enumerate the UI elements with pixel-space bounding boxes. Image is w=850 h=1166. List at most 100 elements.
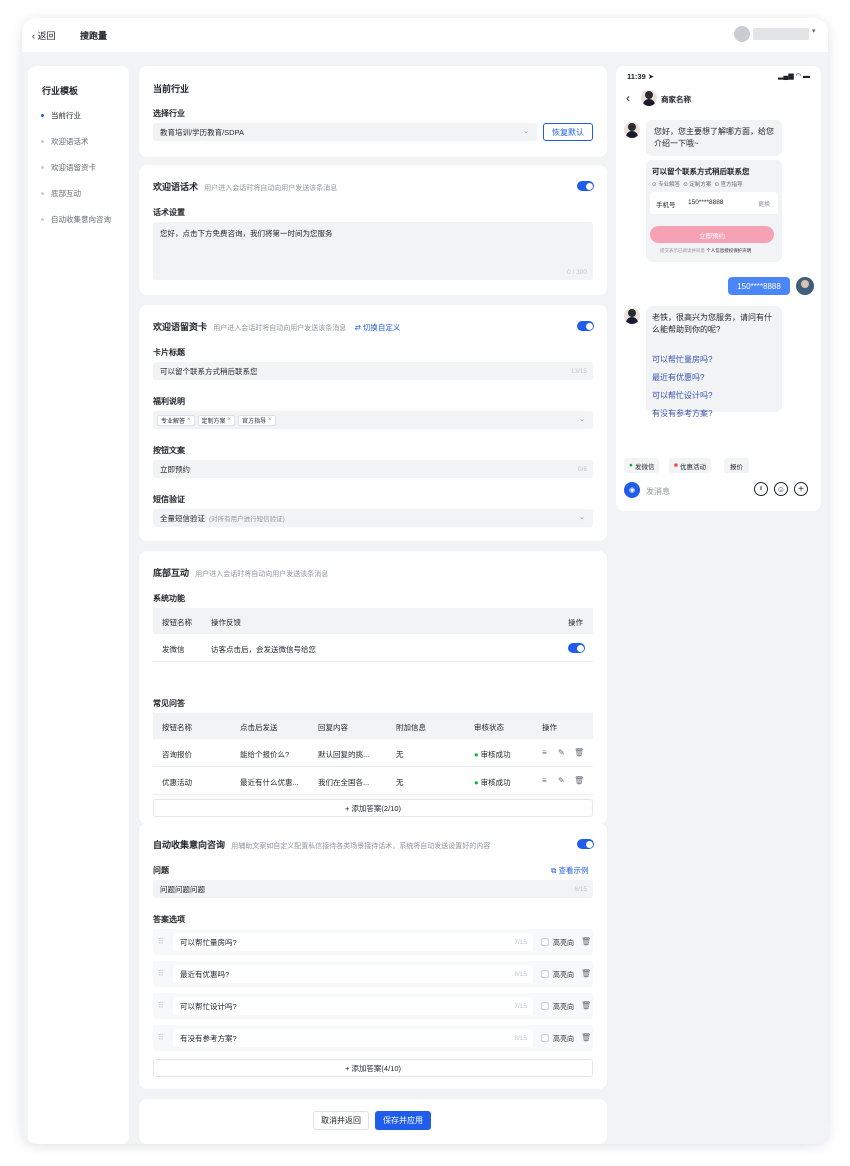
option-input[interactable]: 有没有参考方案? 8/15 <box>173 1029 533 1047</box>
option-input[interactable]: 最近有优惠吗? 6/15 <box>173 965 533 983</box>
sms-select[interactable]: 全量短信验证 (对所有用户进行短信验证) ⌄ <box>153 509 593 527</box>
quick-reply-promo[interactable]: ■ 优惠活动 <box>669 458 711 473</box>
drag-handle-icon[interactable]: ≡ <box>542 748 547 757</box>
faq-table-header: 按钮名称 点击后发送 回复内容 附加信息 审核状态 操作 <box>153 713 593 739</box>
suggested-question[interactable]: 有没有参考方案? <box>652 408 712 419</box>
sidebar-item-current-industry[interactable]: 当前行业 <box>41 110 121 122</box>
highlight-checkbox[interactable] <box>541 970 549 978</box>
sidebar-item-bottom-interaction[interactable]: 底部互动 <box>41 188 121 200</box>
chevron-down-icon[interactable]: ▾ <box>812 27 816 35</box>
sidebar-item-intent-collection[interactable]: 自动收集意向咨询 <box>41 214 127 226</box>
drag-handle-icon[interactable]: ⠿ <box>158 937 164 946</box>
benefit-multiselect[interactable]: 专业解答 × 定制方案 × 官方指导 × ⌄ <box>153 411 593 429</box>
close-icon[interactable]: × <box>187 417 191 423</box>
link-label: 查看示例 <box>558 866 589 875</box>
input-value: 可以留个联系方式稍后联系您 <box>160 366 258 376</box>
close-icon[interactable]: × <box>228 417 232 423</box>
sidebar-item-welcome-card[interactable]: 欢迎语留资卡 <box>41 162 121 174</box>
field-label: 按钮文案 <box>153 446 185 455</box>
benefit-list: ⊙ 专业解答 ⊙ 定制方案 ⊙ 官方指导 <box>652 180 743 188</box>
delete-icon[interactable]: 🗑 <box>574 776 584 785</box>
merchant-name: 商家名称 <box>661 95 691 104</box>
delete-icon[interactable]: 🗑 <box>581 1033 591 1042</box>
swap-icon: ⇄ <box>354 323 363 332</box>
welcome-script-card: 欢迎语话术 用户进入会话时将自动向用户发送该条消息 话术设置 您好，点击下方免费… <box>139 165 607 295</box>
chevron-down-icon: ⌄ <box>523 128 529 135</box>
drag-handle-icon[interactable]: ⠿ <box>158 1033 164 1042</box>
cancel-button[interactable]: 取消并返回 <box>313 1111 369 1130</box>
sidebar-item-welcome-script[interactable]: 欢迎语话术 <box>41 136 121 148</box>
delete-icon[interactable]: 🗑 <box>574 748 584 757</box>
switch-custom-link[interactable]: ⇄ 切换自定义 <box>354 323 400 332</box>
dot <box>41 166 44 169</box>
button-text-input[interactable]: 立即预约 0/6 <box>153 460 593 478</box>
add-answer-button[interactable]: + 添加答案(2/10) <box>153 799 593 817</box>
message-input[interactable]: 发消息 <box>646 486 670 497</box>
question-input[interactable]: 问题问题问题 6/15 <box>153 880 593 898</box>
column-header: 操作 <box>568 618 583 627</box>
card-toggle[interactable] <box>577 321 594 331</box>
delete-icon[interactable]: 🗑 <box>581 937 591 946</box>
card-title-input[interactable]: 可以留个联系方式稍后联系您 13/15 <box>153 362 593 380</box>
merchant-avatar <box>624 308 640 324</box>
back-icon[interactable]: ‹ <box>626 91 630 105</box>
voice-icon[interactable]: ıl <box>754 482 768 496</box>
intent-collection-card: 自动收集意向咨询 用辅助文案如自定义配置私信接待各类场景接待话术，系统将自动发送… <box>139 823 607 1089</box>
sidebar-item-label: 欢迎语话术 <box>51 137 89 146</box>
emoji-icon[interactable]: ☺ <box>774 482 788 496</box>
cell-reply: 我们在全国各... <box>318 778 370 787</box>
cta-button[interactable]: 立即预约 <box>650 226 774 243</box>
wechat-icon: ● <box>629 462 633 469</box>
industry-card: 当前行业 选择行业 教育培训/学历教育/SDPA ⌄ 恢复默认 <box>139 66 607 157</box>
drag-handle-icon[interactable]: ⠿ <box>158 969 164 978</box>
highlight-checkbox[interactable] <box>541 1002 549 1010</box>
intent-toggle[interactable] <box>577 839 594 849</box>
chevron-down-icon: ⌄ <box>579 514 585 521</box>
delete-icon[interactable]: 🗑 <box>581 969 591 978</box>
benefit-tag[interactable]: 定制方案 × <box>197 414 236 426</box>
save-apply-button[interactable]: 保存并应用 <box>375 1111 431 1130</box>
drag-handle-icon[interactable]: ⠿ <box>158 1001 164 1010</box>
user-avatar[interactable] <box>734 26 750 42</box>
industry-select[interactable]: 教育培训/学历教育/SDPA ⌄ <box>153 123 537 141</box>
drag-handle-icon[interactable]: ≡ <box>542 776 547 785</box>
add-option-button[interactable]: + 添加答案(4/10) <box>153 1059 593 1077</box>
edit-icon[interactable]: ✎ <box>558 776 565 785</box>
delete-icon[interactable]: 🗑 <box>581 1001 591 1010</box>
chevron-down-icon: ⌄ <box>579 416 585 423</box>
highlight-checkbox[interactable] <box>541 938 549 946</box>
quick-reply-wechat[interactable]: ● 发微信 <box>624 458 660 473</box>
change-link[interactable]: 更换 <box>758 199 770 208</box>
textarea-value: 您好，点击下方免费咨询，我们将第一时间为您服务 <box>160 229 333 238</box>
camera-icon[interactable]: ◉ <box>624 482 640 498</box>
edit-icon[interactable]: ✎ <box>558 748 565 757</box>
highlight-checkbox[interactable] <box>541 1034 549 1042</box>
suggested-question[interactable]: 最近有优惠吗? <box>652 372 704 383</box>
cell-name: 咨询报价 <box>162 750 192 759</box>
option-input[interactable]: 可以帮忙设计吗? 7/15 <box>173 997 533 1015</box>
back-button[interactable]: ‹ 返回 <box>32 29 56 42</box>
benefit-tag[interactable]: 专业解答 × <box>157 414 195 426</box>
privacy-link[interactable]: 个人信息授权保护声明 <box>706 248 751 253</box>
plus-icon[interactable]: + <box>794 482 808 496</box>
close-icon[interactable]: × <box>268 417 272 423</box>
column-header: 审核状态 <box>474 723 504 732</box>
suggested-question[interactable]: 可以帮忙设计吗? <box>652 390 712 401</box>
column-header: 按钮名称 <box>162 723 192 732</box>
suggested-question[interactable]: 可以帮忙量房吗? <box>652 354 712 365</box>
view-example-link[interactable]: ⧉ 查看示例 <box>551 865 588 876</box>
benefit-tag[interactable]: 官方指导 × <box>238 414 276 426</box>
reply-bubble: 老铁，很高兴为您服务，请问有什么能帮助到你的呢? 可以帮忙量房吗? 最近有优惠吗… <box>646 306 782 418</box>
signal-icon: ▂▄▆ <box>778 73 794 80</box>
section-header: 欢迎语留资卡 用户进入会话时将自动向用户发送该条消息 ⇄ 切换自定义 <box>153 320 400 333</box>
quick-reply-quote[interactable]: 报价 <box>724 458 749 473</box>
option-input[interactable]: 可以帮忙量房吗? 7/15 <box>173 933 533 951</box>
char-count: 6/15 <box>514 970 527 978</box>
restore-default-button[interactable]: 恢复默认 <box>543 123 593 141</box>
wechat-toggle[interactable] <box>568 643 585 653</box>
phone-field[interactable]: 手机号 150****8888 更换 <box>650 192 778 214</box>
welcome-toggle[interactable] <box>577 181 594 191</box>
sidebar-item-label: 欢迎语留资卡 <box>51 163 96 172</box>
field-label: 选择行业 <box>153 109 185 118</box>
welcome-textarea[interactable]: 您好，点击下方免费咨询，我们将第一时间为您服务 0 / 300 <box>153 222 593 280</box>
